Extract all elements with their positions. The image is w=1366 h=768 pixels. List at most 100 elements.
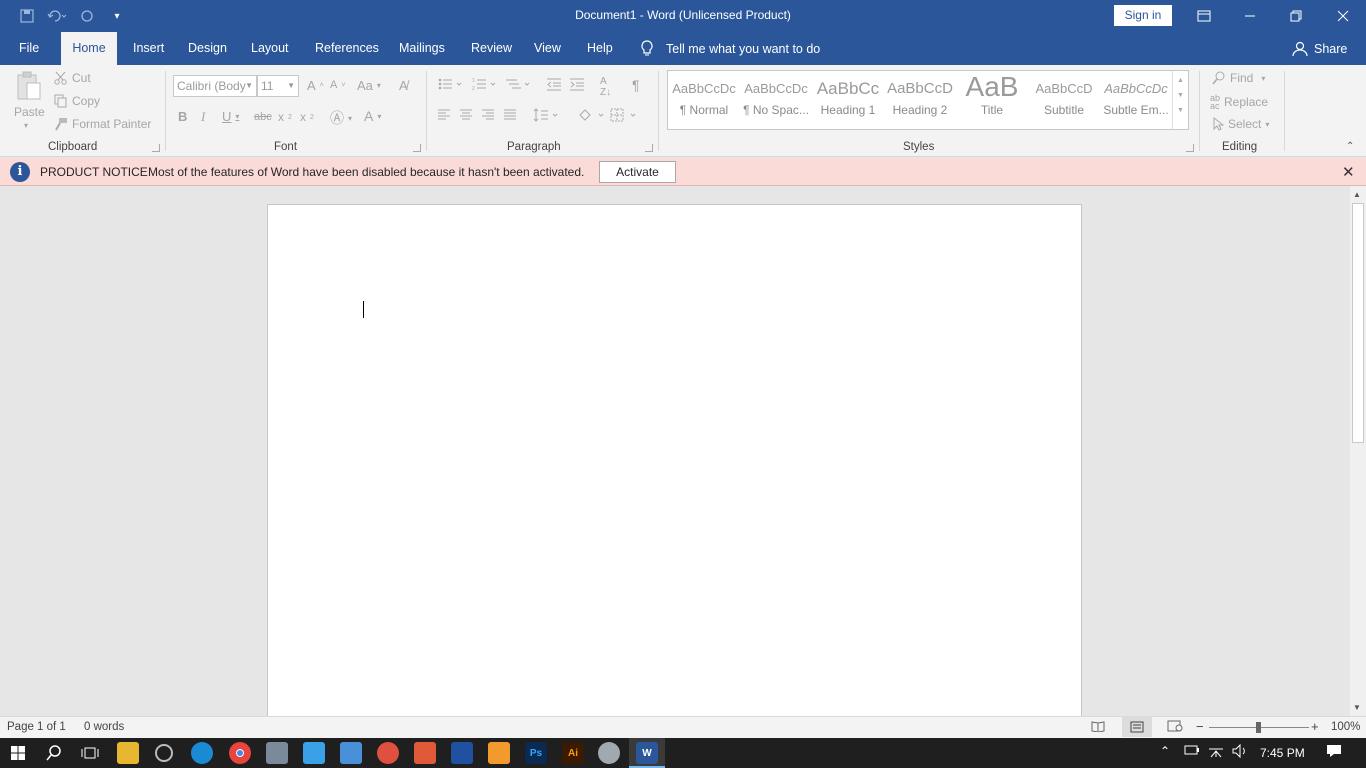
subscript-icon[interactable]: x2 [278, 110, 292, 124]
notifications-icon[interactable] [1326, 744, 1342, 761]
style-title[interactable]: AaB Title [958, 75, 1026, 127]
superscript-icon[interactable]: x2 [300, 110, 314, 124]
scroll-up-icon[interactable]: ▲ [1353, 190, 1361, 199]
align-left-icon[interactable] [437, 109, 451, 121]
battery-icon[interactable] [1184, 744, 1200, 759]
font-size-combo[interactable]: 11 ▼ [257, 75, 299, 97]
search-icon[interactable] [43, 742, 65, 764]
sign-in-button[interactable]: Sign in [1114, 5, 1172, 26]
task-view-icon[interactable] [79, 742, 101, 764]
tab-references[interactable]: References [315, 32, 379, 65]
tab-insert[interactable]: Insert [133, 32, 164, 65]
paint-icon[interactable] [598, 742, 620, 764]
tab-mailings[interactable]: Mailings [399, 32, 445, 65]
file-explorer-icon[interactable] [117, 742, 139, 764]
font-name-combo[interactable]: Calibri (Body ▼ [173, 75, 257, 97]
zoom-level[interactable]: 100% [1331, 721, 1360, 733]
sort-icon[interactable]: A Z↓ [600, 76, 611, 98]
zoom-in-icon[interactable]: + [1311, 719, 1319, 734]
photoshop-icon[interactable]: Ps [525, 742, 547, 764]
ribbon-display-options-icon[interactable] [1181, 0, 1227, 32]
style-normal[interactable]: AaBbCcDc ¶ Normal [670, 75, 738, 127]
show-formatting-marks-icon[interactable]: ¶ [632, 77, 640, 93]
share-button[interactable]: Share [1292, 32, 1347, 65]
styles-scroll[interactable]: ▲ ▼ ▼ [1172, 71, 1188, 129]
app-icon[interactable] [377, 742, 399, 764]
justify-icon[interactable] [503, 109, 517, 121]
tab-layout[interactable]: Layout [251, 32, 289, 65]
notepad-icon[interactable] [303, 742, 325, 764]
clear-formatting-icon[interactable]: A̸ [399, 78, 408, 93]
align-center-icon[interactable] [459, 109, 473, 121]
bullets-icon[interactable] [438, 77, 462, 91]
read-mode-icon[interactable] [1091, 720, 1105, 735]
cut-button[interactable]: Cut [54, 71, 91, 85]
windows-start-icon[interactable] [7, 742, 29, 764]
paste-dropdown-icon[interactable]: ▾ [24, 121, 28, 130]
zoom-slider-thumb[interactable] [1256, 722, 1261, 733]
style-heading-1[interactable]: AaBbCc Heading 1 [814, 75, 882, 127]
line-spacing-icon[interactable] [533, 108, 559, 122]
style-heading-2[interactable]: AaBbCcD Heading 2 [886, 75, 954, 127]
shrink-font-icon[interactable]: A ˅ [330, 79, 345, 91]
undo-icon[interactable] [44, 6, 70, 26]
network-icon[interactable] [1208, 744, 1224, 761]
underline-icon[interactable]: U ▾ [222, 109, 239, 124]
word-count[interactable]: 0 words [84, 721, 124, 733]
borders-icon[interactable] [610, 108, 638, 122]
app-icon[interactable] [340, 742, 362, 764]
paragraph-launcher-icon[interactable] [645, 144, 653, 152]
app-icon[interactable] [451, 742, 473, 764]
volume-icon[interactable] [1232, 743, 1248, 761]
tab-file[interactable]: File [19, 32, 41, 65]
style-subtitle[interactable]: AaBbCcD Subtitle [1030, 75, 1098, 127]
tell-me-search[interactable]: Tell me what you want to do [640, 32, 820, 65]
copy-button[interactable]: Copy [54, 94, 100, 108]
grow-font-icon[interactable]: A ˄ [307, 78, 324, 93]
illustrator-icon[interactable]: Ai [562, 742, 584, 764]
document-page[interactable] [267, 204, 1082, 716]
chevron-down-icon[interactable]: ▼ [1173, 92, 1188, 99]
font-launcher-icon[interactable] [413, 144, 421, 152]
scrollbar-thumb[interactable] [1352, 203, 1364, 443]
app-icon[interactable] [155, 744, 173, 762]
redo-icon[interactable] [74, 6, 100, 26]
italic-icon[interactable]: I [201, 109, 205, 125]
clipboard-launcher-icon[interactable] [152, 144, 160, 152]
more-styles-icon[interactable]: ▼ [1173, 107, 1188, 114]
zoom-out-icon[interactable]: − [1196, 719, 1204, 734]
format-painter-button[interactable]: Format Painter [54, 117, 151, 131]
styles-launcher-icon[interactable] [1186, 144, 1194, 152]
edge-browser-icon[interactable] [191, 742, 213, 764]
font-color-icon[interactable]: A ▾ [364, 108, 381, 124]
app-icon[interactable] [414, 742, 436, 764]
page-count[interactable]: Page 1 of 1 [7, 721, 66, 733]
numbering-icon[interactable]: 12 [472, 77, 496, 91]
text-effects-icon[interactable]: Ⓐ ▾ [330, 108, 352, 128]
minimize-icon[interactable] [1227, 0, 1273, 32]
sublime-text-icon[interactable] [488, 742, 510, 764]
style-no-spacing[interactable]: AaBbCcDc ¶ No Spac... [742, 75, 810, 127]
increase-indent-icon[interactable] [569, 77, 585, 91]
chevron-up-icon[interactable]: ⌃ [1160, 744, 1170, 758]
print-layout-button[interactable] [1122, 717, 1152, 737]
decrease-indent-icon[interactable] [546, 77, 562, 91]
tab-design[interactable]: Design [188, 32, 227, 65]
collapse-ribbon-icon[interactable]: ⌃ [1346, 141, 1354, 152]
web-layout-icon[interactable] [1167, 720, 1183, 735]
system-clock[interactable]: 7:45 PM [1260, 746, 1305, 760]
align-right-icon[interactable] [481, 109, 495, 121]
close-icon[interactable]: ✕ [1342, 163, 1355, 181]
save-icon[interactable] [14, 6, 40, 26]
find-button[interactable]: Find ▾ [1212, 71, 1265, 85]
bold-icon[interactable]: B [178, 109, 187, 124]
select-button[interactable]: Select ▾ [1212, 117, 1269, 131]
activate-button[interactable]: Activate [599, 161, 676, 183]
tab-review[interactable]: Review [471, 32, 512, 65]
style-subtle-emphasis[interactable]: AaBbCcDc Subtle Em... [1102, 75, 1170, 127]
customize-toolbar-icon[interactable]: ▾ [104, 6, 130, 26]
close-icon[interactable] [1320, 0, 1366, 32]
tab-help[interactable]: Help [587, 32, 613, 65]
chevron-up-icon[interactable]: ▲ [1173, 77, 1188, 84]
word-taskbar-button[interactable]: W [629, 738, 665, 768]
